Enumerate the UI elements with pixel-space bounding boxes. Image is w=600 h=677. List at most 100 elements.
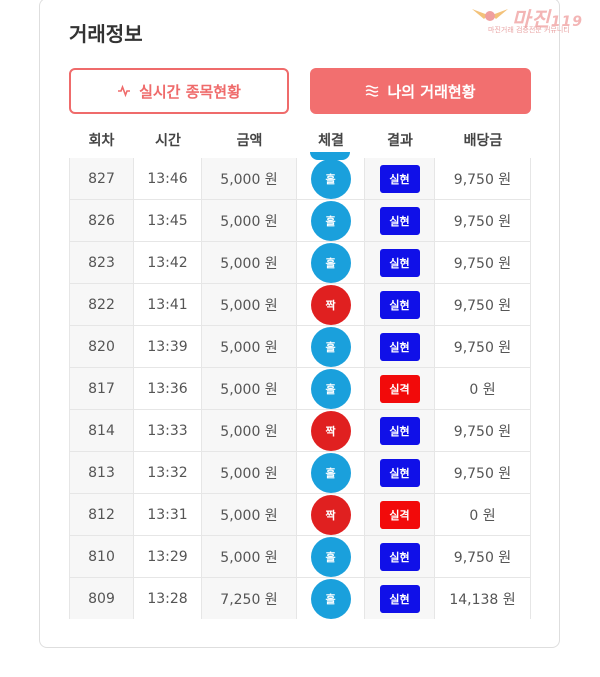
pick-ball: 홀	[310, 326, 351, 367]
result-cell: 실현	[365, 242, 435, 283]
result-badge: 실격	[379, 374, 420, 403]
table-header: 회차 시간 금액 체결 결과 배당금	[69, 126, 531, 156]
time-cell: 13:33	[134, 410, 202, 451]
round-cell: 813	[69, 452, 134, 493]
amount-cell: 5,000 원	[202, 158, 297, 199]
table-row: 810 13:29 5,000 원 홀 실현 9,750 원	[69, 536, 531, 578]
amount-cell: 5,000 원	[202, 284, 297, 325]
result-cell: 실현	[365, 158, 435, 199]
amount-cell: 5,000 원	[202, 242, 297, 283]
waves-icon	[366, 85, 379, 97]
amount-cell: 5,000 원	[202, 368, 297, 409]
result-cell: 실현	[365, 284, 435, 325]
table-row: 823 13:42 5,000 원 홀 실현 9,750 원	[69, 242, 531, 284]
time-cell: 13:39	[134, 326, 202, 367]
col-payout: 배당금	[463, 133, 503, 149]
col-result: 결과	[387, 133, 413, 149]
pick-ball: 홀	[310, 368, 351, 409]
pick-ball: 홀	[310, 452, 351, 493]
table-row: 817 13:36 5,000 원 홀 실격 0 원	[69, 368, 531, 410]
site-logo: 마진119 마진거래 검증전문 커뮤니티	[470, 3, 596, 35]
tab-live-status[interactable]: 실시간 종목현황	[69, 68, 289, 114]
result-badge: 실현	[379, 584, 420, 613]
amount-cell: 7,250 원	[202, 578, 297, 619]
payout-cell: 9,750 원	[435, 536, 531, 577]
result-badge: 실현	[379, 416, 420, 445]
payout-cell: 9,750 원	[435, 452, 531, 493]
payout-cell: 9,750 원	[435, 158, 531, 199]
time-cell: 13:31	[134, 494, 202, 535]
round-cell: 810	[69, 536, 134, 577]
payout-cell: 14,138 원	[435, 578, 531, 619]
amount-cell: 5,000 원	[202, 536, 297, 577]
pick-cell: 홀	[297, 242, 365, 283]
result-cell: 실현	[365, 326, 435, 367]
table-row: 826 13:45 5,000 원 홀 실현 9,750 원	[69, 200, 531, 242]
pick-cell: 홀	[297, 578, 365, 619]
pick-ball: 짝	[310, 410, 351, 451]
round-cell: 827	[69, 158, 134, 199]
col-amount: 금액	[236, 133, 263, 149]
table-row: 809 13:28 7,250 원 홀 실현 14,138 원	[69, 578, 531, 619]
col-time: 시간	[155, 133, 181, 149]
result-badge: 실현	[379, 458, 420, 487]
pick-ball: 홀	[310, 200, 351, 241]
pick-ball: 홀	[310, 242, 351, 283]
round-cell: 820	[69, 326, 134, 367]
pick-ball: 홀	[310, 536, 351, 577]
table-row: 822 13:41 5,000 원 짝 실현 9,750 원	[69, 284, 531, 326]
table-row: 813 13:32 5,000 원 홀 실현 9,750 원	[69, 452, 531, 494]
time-cell: 13:32	[134, 452, 202, 493]
time-cell: 13:28	[134, 578, 202, 619]
payout-cell: 0 원	[435, 494, 531, 535]
payout-cell: 9,750 원	[435, 242, 531, 283]
time-cell: 13:41	[134, 284, 202, 325]
pulse-icon	[118, 84, 131, 98]
amount-cell: 5,000 원	[202, 326, 297, 367]
pick-cell: 짝	[297, 284, 365, 325]
col-round: 회차	[88, 133, 115, 149]
trade-table-body[interactable]: 827 13:46 5,000 원 홀 실현 9,750 원 826 13:45 5,000 원…	[69, 158, 531, 619]
time-cell: 13:46	[134, 158, 202, 199]
payout-cell: 9,750 원	[435, 326, 531, 367]
pick-cell: 홀	[297, 452, 365, 493]
result-badge: 실현	[379, 332, 420, 361]
result-badge: 실현	[379, 206, 420, 235]
result-badge: 실현	[379, 290, 420, 319]
table-row: 814 13:33 5,000 원 짝 실현 9,750 원	[69, 410, 531, 452]
pick-ball: 짝	[310, 494, 351, 535]
pick-cell: 짝	[297, 494, 365, 535]
time-cell: 13:42	[134, 242, 202, 283]
amount-cell: 5,000 원	[202, 410, 297, 451]
table-row: 820 13:39 5,000 원 홀 실현 9,750 원	[69, 326, 531, 368]
round-cell: 814	[69, 410, 134, 451]
wing-icon	[472, 9, 508, 21]
payout-cell: 9,750 원	[435, 284, 531, 325]
result-badge: 실격	[379, 500, 420, 529]
logo-subtitle: 마진거래 검증전문 커뮤니티	[488, 26, 570, 34]
pick-ball: 짝	[310, 284, 351, 325]
table-row: 827 13:46 5,000 원 홀 실현 9,750 원	[69, 158, 531, 200]
time-cell: 13:36	[134, 368, 202, 409]
payout-cell: 9,750 원	[435, 200, 531, 241]
pick-cell: 짝	[297, 410, 365, 451]
pick-cell: 홀	[297, 200, 365, 241]
tab-my-trades[interactable]: 나의 거래현황	[310, 68, 531, 114]
result-cell: 실현	[365, 410, 435, 451]
tab-live-label: 실시간 종목현황	[139, 82, 241, 101]
pick-cell: 홀	[297, 326, 365, 367]
round-cell: 823	[69, 242, 134, 283]
pick-ball: 홀	[310, 578, 351, 619]
round-cell: 812	[69, 494, 134, 535]
result-badge: 실현	[379, 164, 420, 193]
amount-cell: 5,000 원	[202, 452, 297, 493]
table-row: 812 13:31 5,000 원 짝 실격 0 원	[69, 494, 531, 536]
pick-cell: 홀	[297, 368, 365, 409]
result-cell: 실격	[365, 494, 435, 535]
pick-ball: 홀	[310, 158, 351, 199]
time-cell: 13:29	[134, 536, 202, 577]
tab-my-label: 나의 거래현황	[387, 82, 476, 101]
result-cell: 실격	[365, 368, 435, 409]
round-cell: 817	[69, 368, 134, 409]
round-cell: 809	[69, 578, 134, 619]
